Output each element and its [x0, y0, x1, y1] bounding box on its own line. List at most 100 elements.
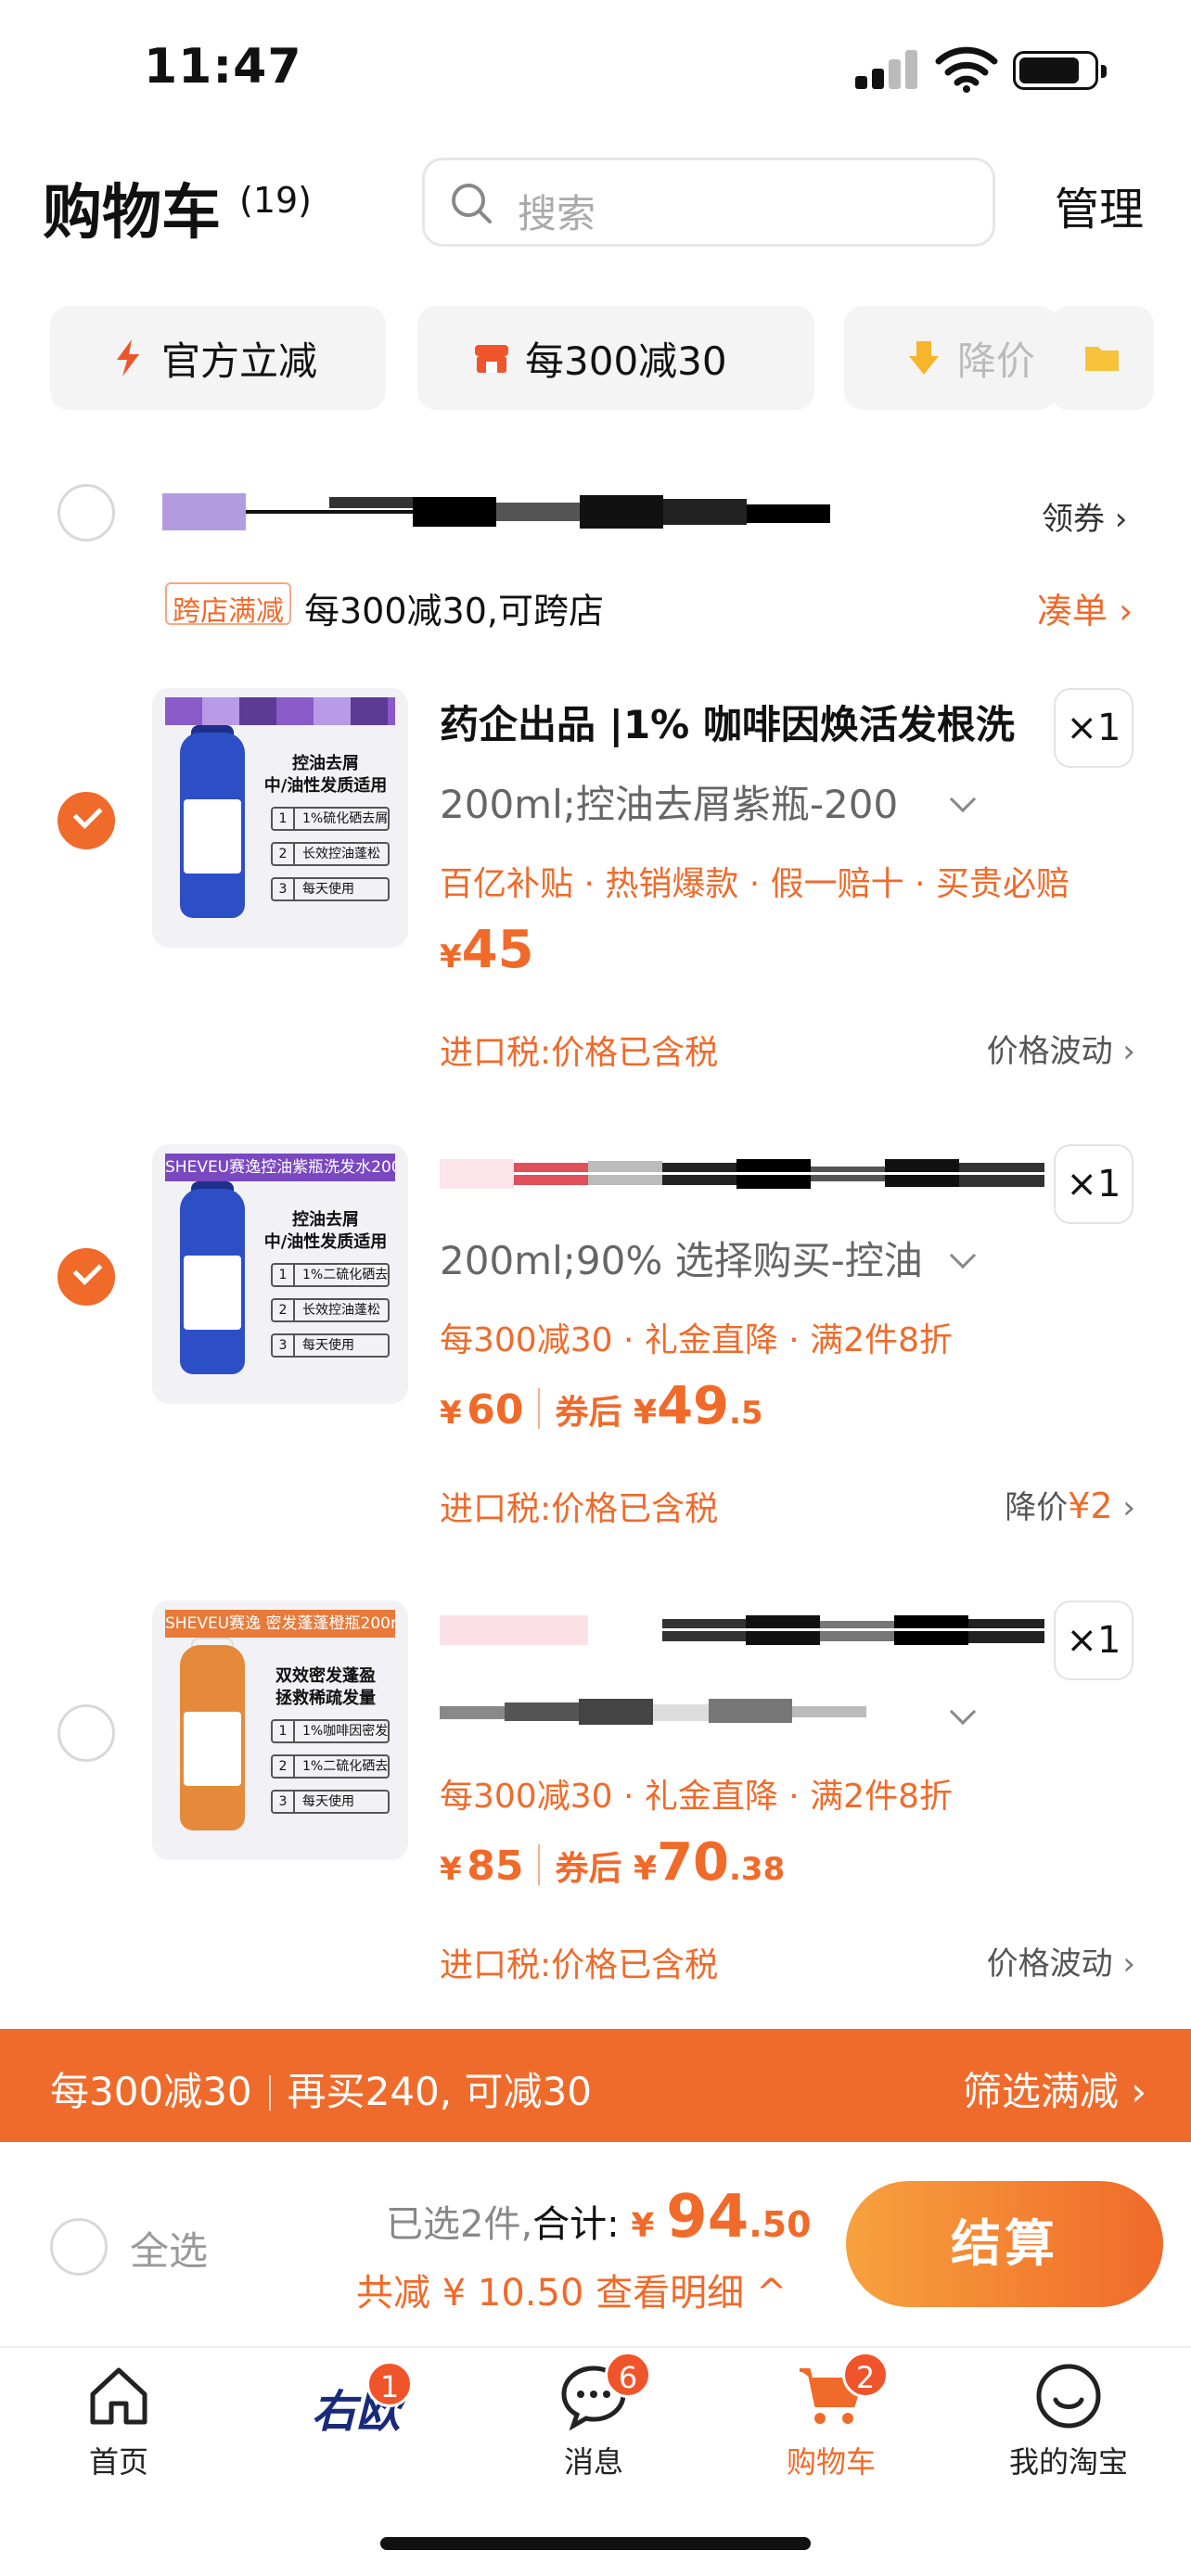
feature-3: 3 每天使用	[271, 877, 390, 901]
lightning-icon	[117, 339, 139, 376]
selection-summary: 已选2件,合计: ¥ 94.50	[386, 2183, 812, 2251]
chip-price-drop[interactable]: 降价	[844, 306, 1057, 410]
filter-discount-link[interactable]: 筛选满减 ›	[963, 2060, 1146, 2117]
status-bar: 11:47	[0, 0, 1191, 139]
variant-redacted[interactable]	[440, 1691, 922, 1732]
cart-count: (19)	[239, 180, 313, 221]
chip-official-discount[interactable]: 官方立减	[50, 306, 386, 410]
price-fluctuation-link[interactable]: 价格波动	[987, 1938, 1135, 1983]
variant-selector[interactable]: 200ml;控油去屑紫瓶-200	[440, 773, 898, 830]
promo-bar-hint: 再买240, 可减30	[287, 2069, 592, 2114]
tab-label: 首页	[88, 2444, 148, 2480]
status-time: 11:47	[144, 39, 302, 95]
feature-1: 1 1%硫化硒去屑	[271, 807, 390, 831]
shop-icon	[475, 345, 508, 373]
product-image[interactable]: SHEVEU赛逸 密发蓬蓬橙瓶200ml 双效密发蓬盈 拯救稀疏发量 1 1%咖啡…	[152, 1600, 408, 1860]
search-input[interactable]: 搜索	[422, 158, 995, 247]
product-tags: 每300减30 · 礼金直降 · 满2件8折	[440, 1778, 953, 1816]
tab-label: 消息	[563, 2444, 623, 2480]
item-checkbox[interactable]	[58, 1704, 115, 1762]
cart-item: 控油去屑 中/油性发质适用 1 1%硫化硒去屑 2 长效控油蓬松 3 每天使用 药企出…	[0, 688, 1191, 1142]
product-banner: SHEVEU赛逸控油紫瓶洗发水200ml	[165, 1154, 395, 1181]
import-tax-note: 进口税:价格已含税	[440, 1490, 719, 1528]
variant-selector[interactable]: 200ml;90% 选择购买-控油	[440, 1230, 923, 1286]
checkout-bar: 全选 已选2件,合计: ¥ 94.50 共减 ¥ 10.50 查看明细 ^ 结算	[0, 2142, 1191, 2348]
feature-1: 11%二硫化硒去屑	[271, 1263, 390, 1287]
bottle-label	[184, 799, 241, 874]
home-icon	[90, 2367, 147, 2425]
item-checkbox[interactable]	[58, 1248, 115, 1306]
quantity-button[interactable]: ×1	[1054, 688, 1133, 768]
product-title[interactable]: 药企出品 |1% 咖啡因焕活发根洗	[440, 694, 1033, 750]
select-all-checkbox[interactable]	[50, 2218, 108, 2276]
chevron-down-icon[interactable]	[949, 785, 977, 813]
import-tax-note: 进口税:价格已含税	[440, 1034, 719, 1072]
price-drop-icon	[909, 341, 939, 375]
chevron-down-icon[interactable]	[949, 1242, 977, 1269]
product-headline: 控油去屑 中/油性发质适用	[263, 754, 388, 796]
feature-2: 2 长效控油蓬松	[271, 842, 390, 866]
battery-icon	[1013, 51, 1107, 90]
signal-icon	[855, 48, 918, 89]
search-placeholder: 搜索	[518, 191, 596, 236]
feature-2: 2 长效控油蓬松	[271, 1298, 390, 1322]
profile-icon	[1036, 2364, 1101, 2429]
home-indicator	[380, 2537, 811, 2550]
notification-badge: 6	[605, 2352, 651, 2398]
feature-3: 3 每天使用	[271, 1333, 390, 1358]
price-drop-link[interactable]: 降价¥2	[1005, 1482, 1135, 1527]
bottle-label	[184, 1256, 241, 1330]
price: ¥ 60 券后 ¥49.5	[440, 1376, 763, 1436]
select-all-label[interactable]: 全选	[130, 2220, 208, 2276]
chip-label: 降价	[957, 338, 1036, 384]
price-fluctuation-link[interactable]: 价格波动	[987, 1026, 1135, 1071]
product-tags: 每300减30 · 礼金直降 · 满2件8折	[440, 1321, 953, 1359]
coupon-link[interactable]: 领券 ›	[1042, 493, 1127, 539]
tab-cart[interactable]: 2 购物车	[738, 2352, 924, 2481]
item-checkbox[interactable]	[58, 792, 115, 849]
tab-youou[interactable]: 右欧 1	[263, 2361, 449, 2463]
quantity-button[interactable]: ×1	[1054, 1144, 1133, 1224]
quantity-button[interactable]: ×1	[1054, 1600, 1133, 1680]
store-promo-text: 每300减30,可跨店	[304, 591, 604, 631]
notification-badge: 2	[842, 2352, 889, 2398]
discount-details-link[interactable]: 共减 ¥ 10.50 查看明细 ^	[356, 2263, 787, 2316]
page-title: 购物车	[43, 179, 221, 248]
folder-icon	[1085, 347, 1119, 371]
import-tax-note: 进口税:价格已含税	[440, 1946, 719, 1984]
store-name-redacted	[162, 493, 830, 530]
store-select-checkbox[interactable]	[58, 484, 115, 542]
feature-2: 21%二硫化硒去屑	[271, 1754, 390, 1779]
tab-profile[interactable]: 我的淘宝	[976, 2361, 1161, 2481]
tab-home[interactable]: 首页	[26, 2361, 211, 2481]
chip-folder[interactable]	[1050, 306, 1154, 410]
notification-badge: 1	[366, 2361, 413, 2407]
tab-label: 购物车	[786, 2444, 876, 2480]
chip-label: 官方立减	[161, 338, 318, 384]
tab-messages[interactable]: 6 消息	[501, 2352, 686, 2481]
product-title-redacted[interactable]	[440, 1155, 1044, 1192]
promo-bar[interactable]: 每300减30 再买240, 可减30 筛选满减 ›	[0, 2029, 1191, 2142]
chip-cross-store-discount[interactable]: 每300减30	[417, 306, 814, 410]
chevron-down-icon[interactable]	[949, 1698, 977, 1726]
product-image[interactable]: 控油去屑 中/油性发质适用 1 1%硫化硒去屑 2 长效控油蓬松 3 每天使用	[152, 688, 408, 948]
product-tags: 百亿补贴 · 热销爆款 · 假一赔十 · 买贵必赔	[440, 865, 1069, 903]
price: ¥45	[440, 920, 534, 980]
wifi-icon	[935, 46, 998, 93]
product-headline: 双效密发蓬盈 拯救稀疏发量	[275, 1666, 376, 1708]
product-banner: SHEVEU赛逸 密发蓬蓬橙瓶200ml	[165, 1610, 395, 1638]
bottle-label	[184, 1712, 241, 1786]
product-image[interactable]: SHEVEU赛逸控油紫瓶洗发水200ml 控油去屑 中/油性发质适用 11%二硫…	[152, 1144, 408, 1404]
product-title-redacted[interactable]	[440, 1612, 1044, 1649]
gather-order-link[interactable]: 凑单 ›	[1037, 582, 1133, 633]
checkout-button[interactable]: 结算	[846, 2181, 1163, 2307]
tab-label: 我的淘宝	[1008, 2444, 1128, 2480]
price: ¥ 85 券后 ¥70.38	[440, 1832, 786, 1893]
feature-1: 1 1%咖啡因密发	[271, 1719, 390, 1743]
feature-3: 3 每天使用	[271, 1790, 390, 1814]
header: 购物车 (19) 搜索 管理	[0, 148, 1191, 250]
cross-store-tag: 跨店满减	[165, 582, 291, 628]
filter-chips: 官方立减 每300减30 降价	[0, 306, 1191, 413]
promo-bar-rule: 每300减30	[50, 2069, 252, 2114]
manage-button[interactable]: 管理	[1055, 172, 1144, 237]
